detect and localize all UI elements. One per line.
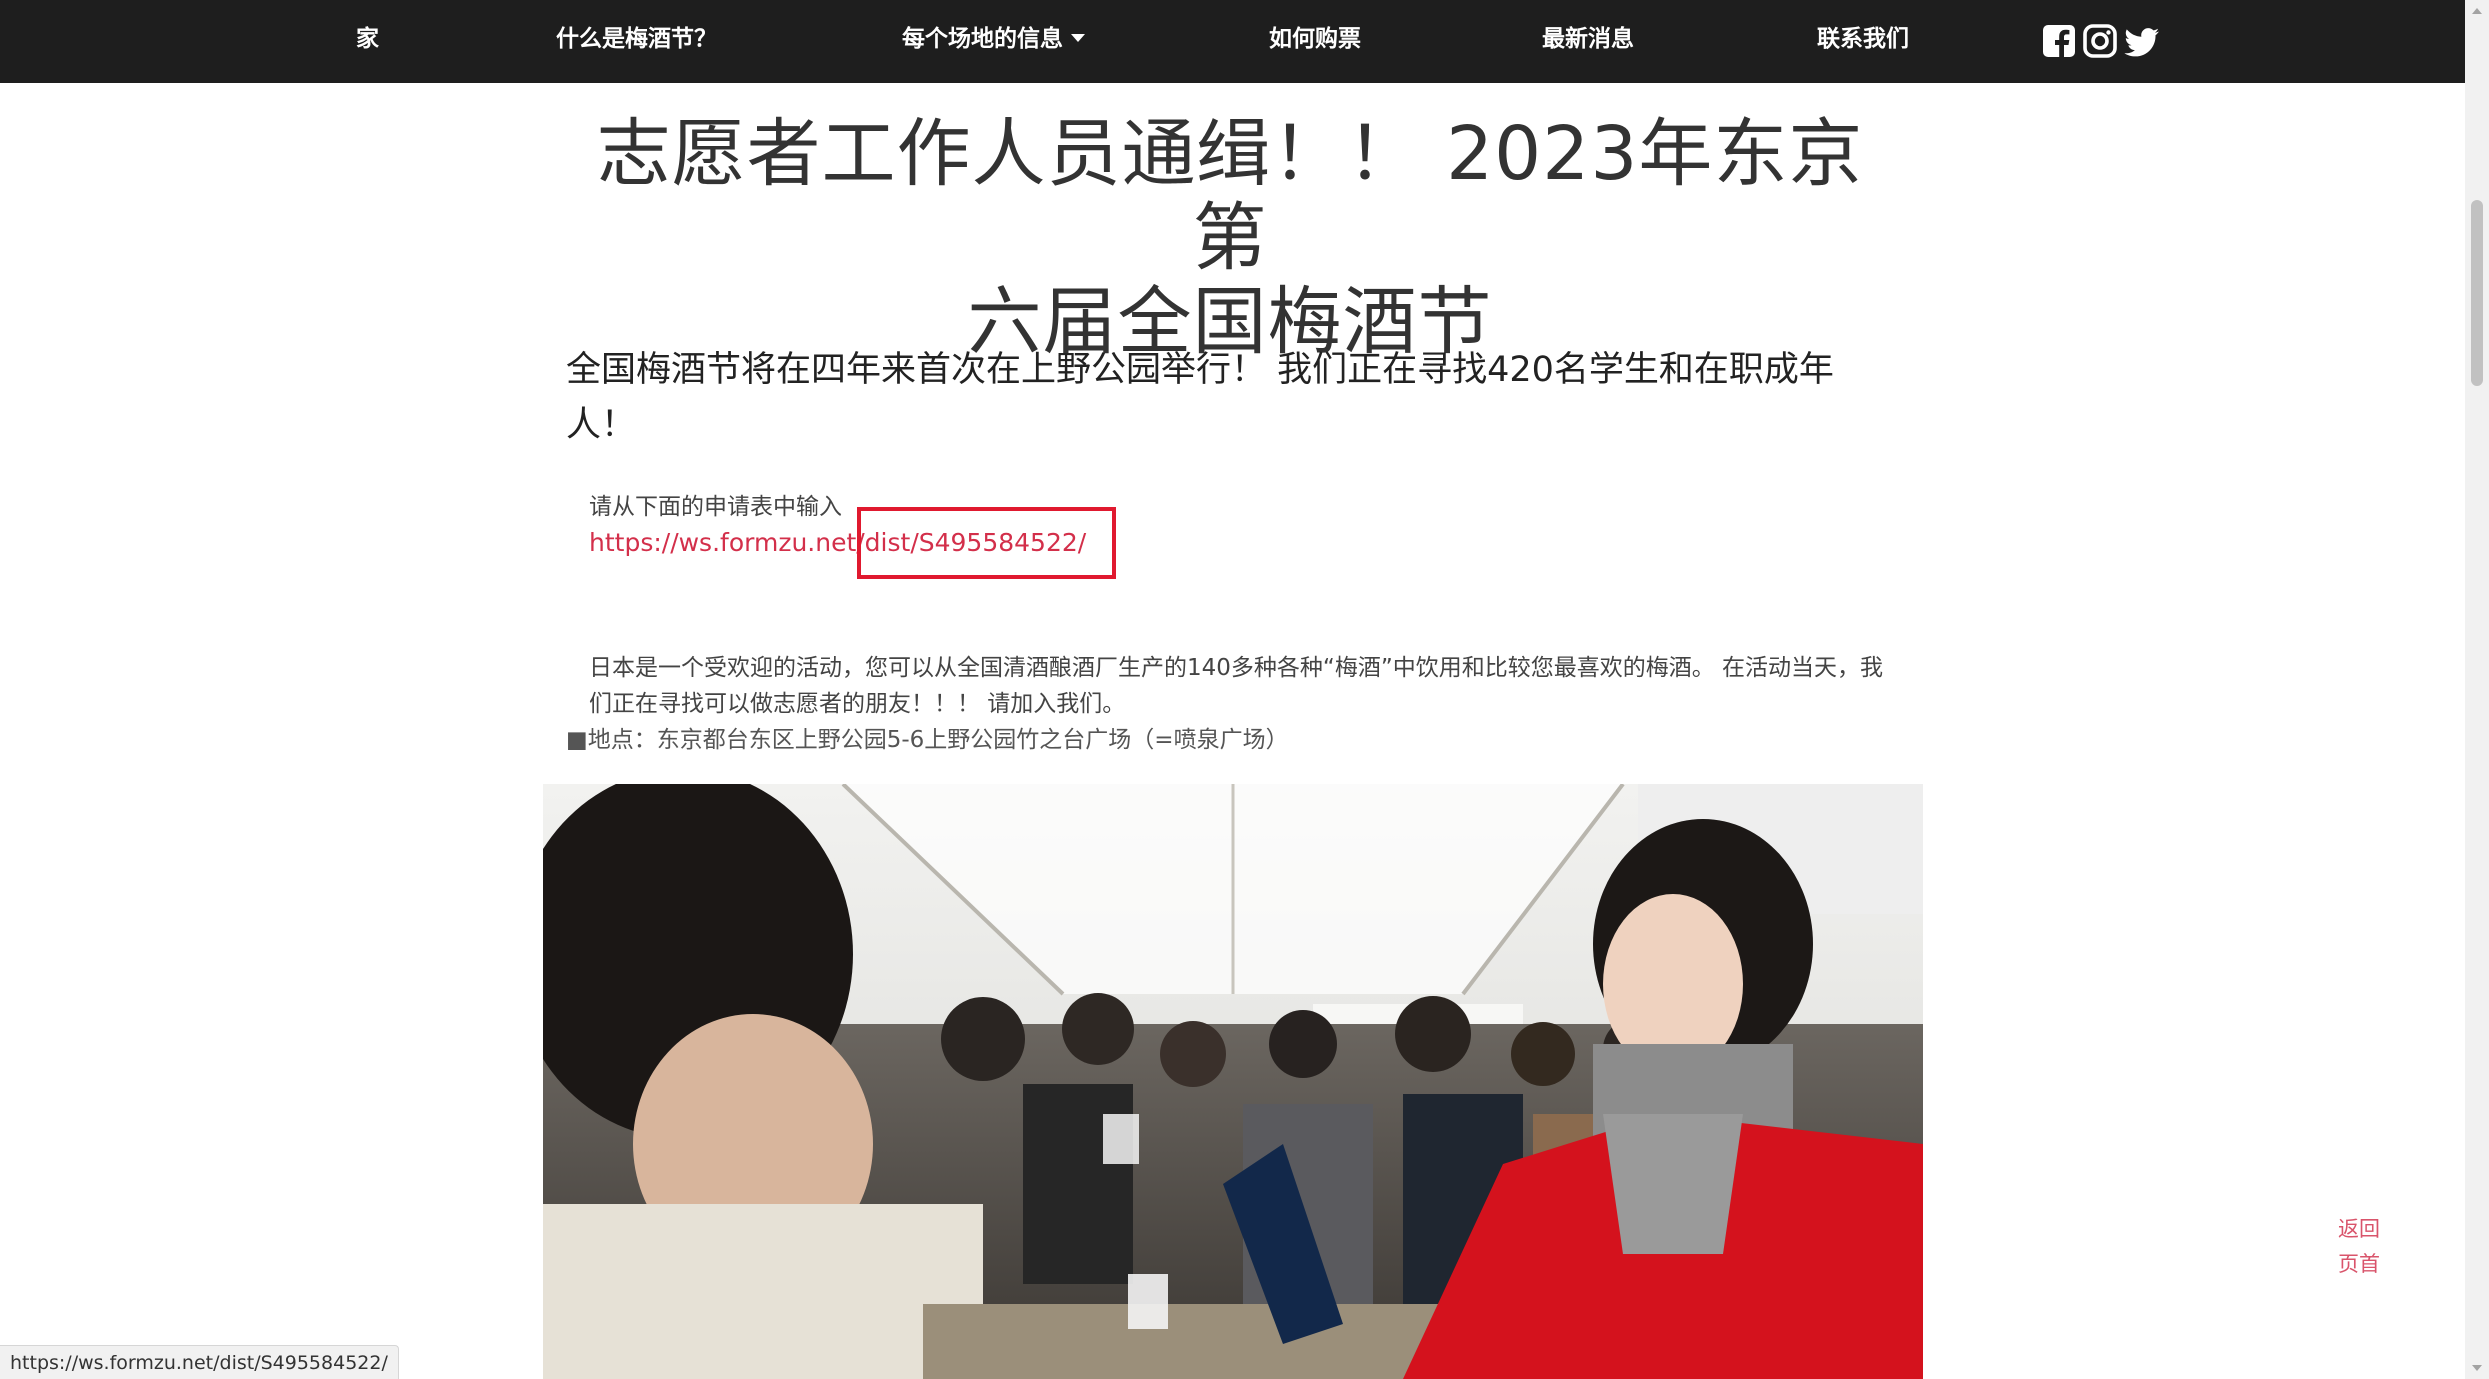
nav-venue-info-label: 每个场地的信息 [902, 26, 1063, 52]
instagram-icon[interactable] [2082, 21, 2118, 61]
nav-how-to-buy-tickets[interactable]: 如何购票 [1269, 0, 1361, 83]
browser-status-url: https://ws.formzu.net/dist/S495584522/ [0, 1345, 399, 1379]
nav-latest-news[interactable]: 最新消息 [1542, 0, 1634, 83]
page-title: 志愿者工作人员通缉！！ 2023年东京第 六届全国梅酒节 [560, 112, 1900, 364]
vertical-scrollbar[interactable] [2465, 0, 2489, 1379]
application-form-link[interactable]: https://ws.formzu.net/dist/S495584522/ [589, 525, 1086, 561]
caret-down-icon [1071, 33, 1085, 42]
facebook-icon[interactable] [2042, 21, 2076, 61]
back-to-top-link[interactable]: 返回页首 [2338, 1212, 2386, 1282]
event-description: 日本是一个受欢迎的活动，您可以从全国清酒酿酒厂生产的140多种各种“梅酒”中饮用… [589, 655, 1884, 717]
nav-contact-us[interactable]: 联系我们 [1817, 0, 1909, 83]
article-subtitle: 全国梅酒节将在四年来首次在上野公园举行！ 我们正在寻找420名学生和在职成年人！ [566, 350, 1834, 445]
scroll-down-icon[interactable] [2472, 1365, 2482, 1371]
page-title-line1: 志愿者工作人员通缉！！ 2023年东京第 [596, 111, 1864, 281]
top-navbar: 家 什么是梅酒节？ 每个场地的信息 如何购票 最新消息 联系我们 [0, 0, 2465, 83]
nav-venue-info-dropdown[interactable]: 每个场地的信息 [902, 0, 1085, 83]
twitter-icon[interactable] [2123, 21, 2161, 61]
nav-what-is-umeshu-fest[interactable]: 什么是梅酒节？ [556, 0, 717, 83]
event-photo [543, 784, 1923, 1379]
event-location: ■地点：东京都台东区上野公园5-6上野公园竹之台广场（=喷泉广场） [566, 727, 1289, 753]
page: 家 什么是梅酒节？ 每个场地的信息 如何购票 最新消息 联系我们 志愿者工作人员… [0, 0, 2489, 1379]
nav-home[interactable]: 家 [356, 0, 379, 83]
scroll-up-icon[interactable] [2472, 8, 2482, 14]
apply-instruction: 请从下面的申请表中输入 [589, 494, 842, 520]
scrollbar-thumb[interactable] [2471, 200, 2483, 386]
